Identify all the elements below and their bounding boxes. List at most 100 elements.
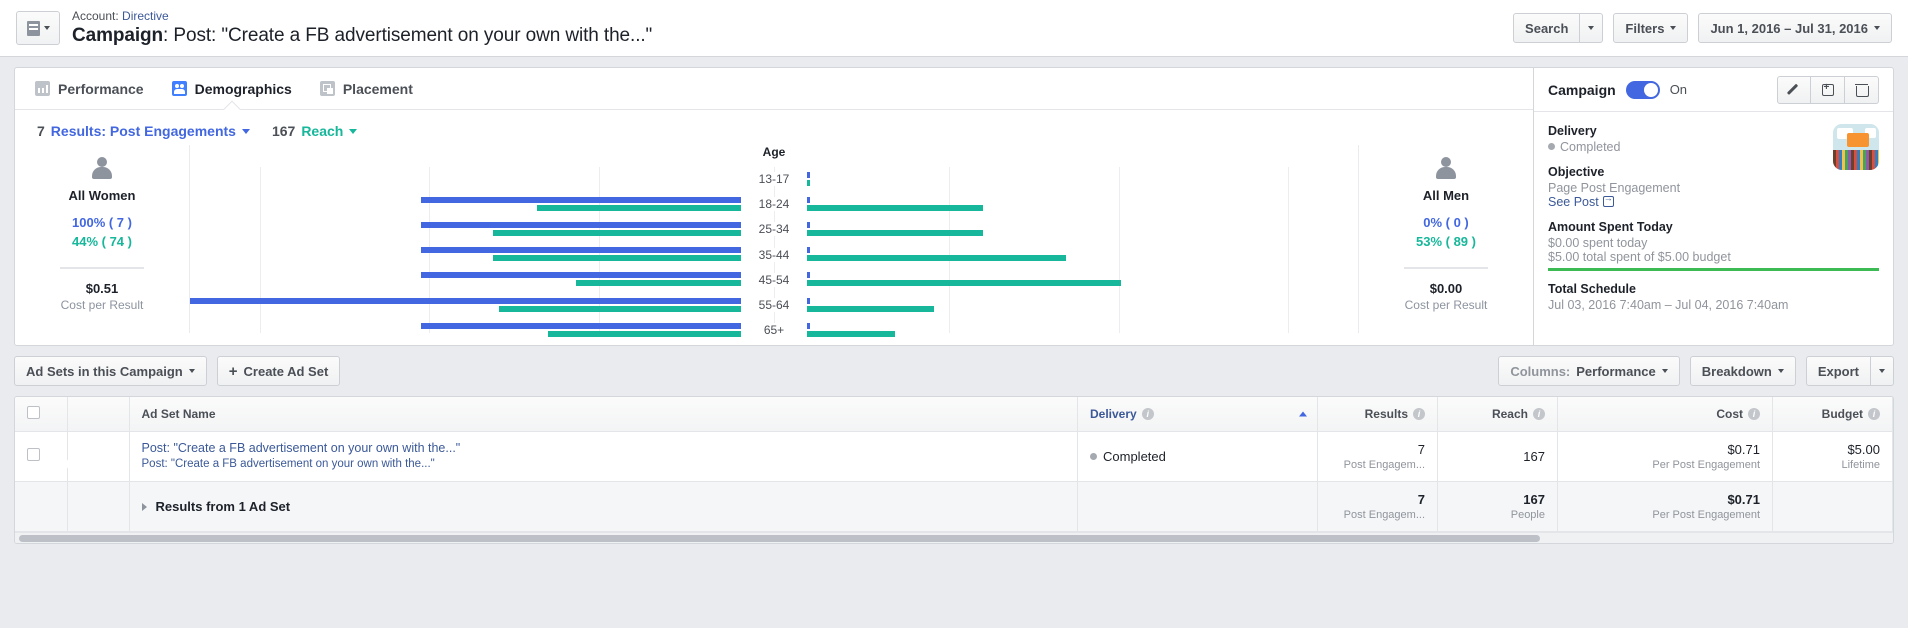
chevron-down-icon: [1879, 369, 1885, 373]
chart-bar-results: [421, 197, 741, 204]
columns-dropdown[interactable]: Columns: Performance: [1498, 356, 1680, 386]
page-title: Campaign: Post: "Create a FB advertiseme…: [72, 25, 652, 47]
adsets-table: Ad Set Name Delivery i Results i Reach i Co…: [15, 397, 1893, 532]
row-cost-sub: Per Post Engagement: [1652, 458, 1760, 471]
header-budget[interactable]: Budget i: [1772, 397, 1893, 432]
info-icon[interactable]: i: [1141, 407, 1154, 420]
adsets-scope-dropdown[interactable]: Ad Sets in this Campaign: [14, 356, 207, 386]
spent-total-value: $5.00 total spent of $5.00 budget: [1548, 250, 1731, 264]
chart-bar-results: [807, 222, 810, 229]
header-delivery[interactable]: Delivery i: [1077, 397, 1318, 432]
campaign-detail-panel: Campaign On Delivery: [1533, 68, 1893, 345]
see-post-link[interactable]: See Post: [1548, 193, 1879, 209]
export-button[interactable]: Export: [1805, 356, 1871, 386]
duplicate-icon: [1821, 82, 1834, 96]
chart-bar-results: [421, 247, 741, 254]
info-icon[interactable]: i: [1868, 407, 1880, 420]
campaign-label: Campaign: [72, 25, 164, 46]
chart-bar-reach: [493, 255, 741, 262]
adset-name-link[interactable]: Post: "Create a FB advertisement on your…: [142, 440, 1066, 457]
total-schedule-label: Total Schedule: [1548, 282, 1636, 296]
chart-bar-results: [807, 322, 810, 329]
campaign-thumbnail: [1833, 124, 1879, 170]
total-schedule-value: Jul 03, 2016 7:40am – Jul 04, 2016 7:40a…: [1548, 298, 1789, 312]
header-reach[interactable]: Reach i: [1437, 397, 1558, 432]
results-metric-dropdown[interactable]: 7 Results: Post Engagements: [37, 123, 250, 139]
delete-campaign-button[interactable]: [1845, 75, 1879, 104]
header-ad-set-name[interactable]: Ad Set Name: [129, 397, 1078, 432]
horizontal-scrollbar[interactable]: [15, 531, 1893, 543]
search-split-button: Search: [1513, 13, 1604, 43]
tab-demographics[interactable]: Demographics: [171, 68, 292, 109]
select-all-checkbox[interactable]: [27, 405, 40, 419]
account-switcher-button[interactable]: [16, 11, 60, 45]
row-checkbox[interactable]: [27, 448, 40, 461]
header-cost[interactable]: Cost i: [1557, 397, 1773, 432]
men-bars: [807, 217, 1358, 242]
objective-label: Objective: [1548, 165, 1605, 179]
chevron-down-icon: [1777, 369, 1784, 373]
info-icon[interactable]: i: [1413, 407, 1425, 420]
tab-placement[interactable]: Placement: [319, 68, 413, 109]
scrollbar-thumb[interactable]: [19, 534, 1541, 542]
men-bars: [807, 318, 1358, 343]
header-cost-label: Cost: [1716, 406, 1743, 421]
edit-campaign-button[interactable]: [1777, 75, 1811, 104]
filters-label: Filters: [1625, 20, 1665, 36]
tab-performance-label: Performance: [58, 80, 144, 97]
chart-row: 55-64: [190, 293, 1358, 318]
create-adset-button[interactable]: + Create Ad Set: [216, 356, 341, 386]
row-select-cell: [15, 431, 68, 482]
placement-icon: [319, 81, 335, 96]
all-men-summary: All Men 0% ( 0 ) 53% ( 89 ) $0.00 Cost p…: [1358, 145, 1533, 333]
adset-name-secondary: Post: "Create a FB advertisement on your…: [141, 457, 435, 470]
campaign-status-toggle[interactable]: [1625, 80, 1660, 99]
chevron-down-icon: [1588, 26, 1595, 30]
all-men-results-pct: 0% ( 0 ): [1423, 215, 1469, 230]
header-results[interactable]: Results i: [1317, 397, 1438, 432]
table-toolbar-right: Columns: Performance Breakdown Export: [1498, 356, 1894, 386]
adsets-table-card: Ad Set Name Delivery i Results i Reach i Co…: [14, 396, 1894, 544]
search-dropdown-button[interactable]: [1580, 13, 1604, 43]
total-results-value: 7: [1417, 491, 1425, 507]
total-reach-cell: 167 People: [1437, 481, 1558, 532]
export-dropdown-button[interactable]: [1871, 356, 1894, 386]
delivery-value: Completed: [1548, 140, 1879, 154]
panel-header: Campaign On: [1534, 68, 1893, 112]
date-range-button[interactable]: Jun 1, 2016 – Jul 31, 2016: [1698, 13, 1892, 43]
expand-results-icon[interactable]: [141, 502, 147, 511]
info-icon[interactable]: i: [1748, 407, 1760, 420]
chart-row: 35-44: [190, 242, 1358, 267]
row-delivery-cell: Completed: [1077, 431, 1318, 482]
amount-spent-label: Amount Spent Today: [1548, 220, 1673, 234]
reach-metric-dropdown[interactable]: 167 Reach: [272, 123, 358, 139]
chart-bar-reach: [807, 180, 810, 186]
chart-bar-reach: [807, 205, 984, 212]
objective-value: Page Post Engagement: [1548, 181, 1681, 195]
total-delivery-cell: [1077, 481, 1318, 532]
header-delivery-label: Delivery: [1090, 406, 1137, 421]
total-label-cell: Results from 1 Ad Set: [129, 481, 1078, 532]
info-icon[interactable]: i: [1533, 407, 1545, 420]
duplicate-campaign-button[interactable]: [1811, 75, 1845, 104]
breakdown-dropdown[interactable]: Breakdown: [1689, 356, 1796, 386]
women-bars: [190, 318, 741, 343]
tab-demographics-label: Demographics: [194, 80, 292, 97]
header-budget-label: Budget: [1821, 406, 1863, 421]
search-button[interactable]: Search: [1513, 13, 1581, 43]
total-cost-sub: Per Post Engagement: [1652, 508, 1760, 521]
date-range-label: Jun 1, 2016 – Jul 31, 2016: [1710, 20, 1868, 36]
tab-performance[interactable]: Performance: [35, 68, 144, 109]
export-split-button: Export: [1805, 356, 1894, 386]
age-tick-label: 45-54: [744, 272, 804, 287]
account-name-link[interactable]: Directive: [122, 9, 169, 23]
spent-today-value: $0.00 spent today: [1548, 236, 1648, 250]
breadcrumb: Account: Directive Campaign: Post: "Crea…: [72, 9, 652, 47]
filters-button[interactable]: Filters: [1613, 13, 1689, 43]
chart-rows: 13-17 18-24 25-34 35-44 45-54 55-64 65+: [190, 167, 1358, 337]
chevron-down-icon: [349, 128, 358, 134]
table-row[interactable]: Post: "Create a FB advertisement on your…: [15, 431, 1893, 482]
adsets-scope-label: Ad Sets in this Campaign: [26, 363, 183, 379]
create-adset-label: Create Ad Set: [243, 363, 329, 379]
results-metric-value: 7: [37, 123, 45, 139]
